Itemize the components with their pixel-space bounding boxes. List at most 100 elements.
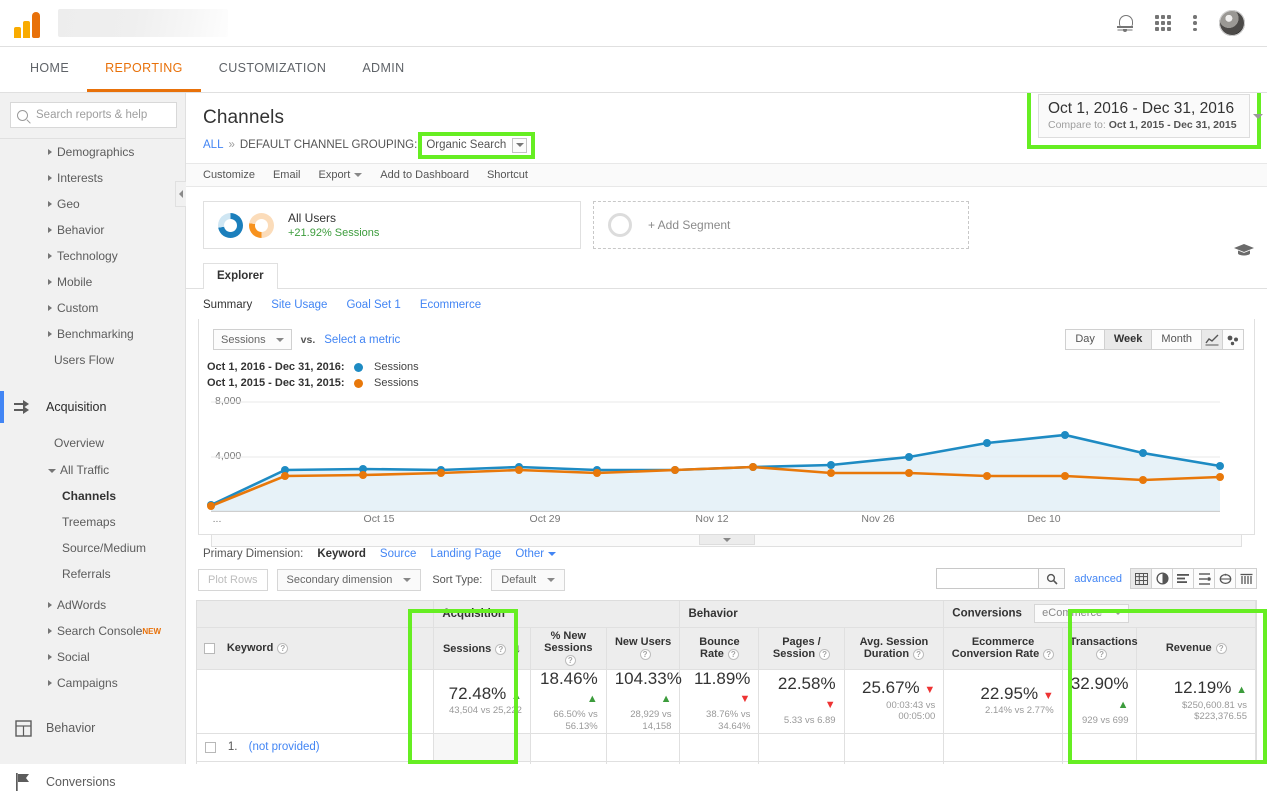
add-segment-button[interactable]: + Add Segment	[593, 201, 969, 249]
nav-tab-customization[interactable]: CUSTOMIZATION	[201, 47, 345, 92]
sidebar-item-channels[interactable]: Channels	[0, 483, 185, 509]
sidebar-item-benchmarking[interactable]: Benchmarking	[0, 321, 185, 347]
sidebar-item-campaigns[interactable]: Campaigns	[0, 670, 185, 696]
help-icon[interactable]: ?	[639, 648, 651, 660]
sidebar-item-behavior[interactable]: Behavior	[0, 217, 185, 243]
performance-view-icon[interactable]	[1235, 568, 1257, 589]
sidebar-item-mobile[interactable]: Mobile	[0, 269, 185, 295]
granularity-week[interactable]: Week	[1103, 329, 1153, 350]
help-icon[interactable]: ?	[277, 642, 289, 654]
help-icon[interactable]: ?	[1043, 648, 1055, 660]
column-pages-per-session[interactable]: Pages / Session?	[758, 627, 845, 670]
sidebar-item-adwords[interactable]: AdWords	[0, 592, 185, 618]
sidebar-item-social[interactable]: Social	[0, 644, 185, 670]
sidebar-collapse-toggle[interactable]	[175, 181, 186, 207]
plot-rows-button[interactable]: Plot Rows	[198, 569, 268, 591]
conversions-goal-select[interactable]: eCommerce	[1034, 604, 1130, 624]
help-icon[interactable]: ?	[727, 648, 739, 660]
sidebar-item-geo[interactable]: Geo	[0, 191, 185, 217]
segment-all-users[interactable]: All Users +21.92% Sessions	[203, 201, 581, 249]
search-box[interactable]	[10, 102, 177, 128]
column-bounce-rate[interactable]: Bounce Rate?	[679, 627, 760, 670]
add-to-dashboard-button[interactable]: Add to Dashboard	[380, 169, 469, 181]
table-search-input[interactable]	[936, 568, 1040, 589]
channel-grouping-selector[interactable]: Organic Search	[418, 131, 536, 159]
sidebar-section-conversions[interactable]: Conversions	[0, 760, 185, 804]
help-icon[interactable]: ?	[1096, 648, 1108, 660]
date-range-chevron-down-icon[interactable]	[1253, 114, 1263, 119]
help-icon[interactable]: ?	[1215, 642, 1227, 654]
more-menu-icon[interactable]	[1193, 15, 1197, 31]
tab-explorer[interactable]: Explorer	[203, 263, 278, 289]
column-revenue[interactable]: Revenue?	[1136, 627, 1256, 670]
nav-tab-home[interactable]: HOME	[12, 47, 87, 92]
date-range-picker[interactable]: Oct 1, 2016 - Dec 31, 2016 Compare to: O…	[1038, 94, 1263, 138]
column-sessions[interactable]: Sessions? ↓	[433, 627, 531, 670]
secondary-dimension-select[interactable]: Secondary dimension	[276, 569, 422, 591]
row-keyword-link[interactable]: (not provided)	[249, 741, 320, 753]
sidebar-section-behavior[interactable]: Behavior	[0, 706, 185, 750]
sidebar-item-interests[interactable]: Interests	[0, 165, 185, 191]
subtab-summary[interactable]: Summary	[203, 299, 252, 311]
subtab-site-usage[interactable]: Site Usage	[271, 299, 327, 311]
subtab-goal-set-1[interactable]: Goal Set 1	[346, 299, 400, 311]
help-icon[interactable]: ?	[495, 643, 507, 655]
search-input[interactable]	[34, 108, 170, 122]
subtab-ecommerce[interactable]: Ecommerce	[420, 299, 481, 311]
customize-button[interactable]: Customize	[203, 169, 255, 181]
table-view-icon[interactable]	[1130, 568, 1152, 589]
comparison-view-icon[interactable]	[1193, 568, 1215, 589]
nav-tab-reporting[interactable]: REPORTING	[87, 47, 201, 92]
column-new-sessions-pct[interactable]: % New Sessions?	[530, 627, 607, 670]
granularity-day[interactable]: Day	[1065, 329, 1105, 350]
select-all-checkbox[interactable]	[204, 642, 215, 654]
row-checkbox[interactable]	[205, 741, 216, 753]
graduation-cap-icon[interactable]	[1233, 243, 1255, 256]
sidebar-item-all-traffic[interactable]: All Traffic	[0, 457, 185, 483]
sort-type-select[interactable]: Default	[491, 569, 566, 591]
primary-dimension-source[interactable]: Source	[380, 548, 416, 560]
table-search-button[interactable]	[1039, 568, 1066, 589]
summary-ecomm-value: 22.95%	[980, 683, 1039, 703]
select-a-metric-link[interactable]: Select a metric	[324, 334, 400, 346]
line-chart-icon[interactable]	[1201, 329, 1223, 350]
granularity-month[interactable]: Month	[1151, 329, 1202, 350]
bar-chart-view-icon[interactable]	[1172, 568, 1194, 589]
primary-dimension-landing-page[interactable]: Landing Page	[430, 548, 501, 560]
column-keyword[interactable]: Keyword?	[219, 627, 435, 670]
pie-chart-view-icon[interactable]	[1151, 568, 1173, 589]
help-icon[interactable]: ?	[819, 648, 831, 660]
primary-dimension-other[interactable]: Other	[515, 548, 557, 560]
sidebar-item-referrals[interactable]: Referrals	[0, 561, 185, 587]
apps-grid-icon[interactable]	[1155, 15, 1171, 31]
nav-tab-admin[interactable]: ADMIN	[344, 47, 422, 92]
sidebar-item-search-console[interactable]: Search Console NEW	[0, 618, 185, 644]
export-button[interactable]: Export	[318, 169, 363, 181]
sidebar-item-users-flow[interactable]: Users Flow	[0, 347, 185, 373]
shortcut-button[interactable]: Shortcut	[487, 169, 528, 181]
sidebar-item-technology[interactable]: Technology	[0, 243, 185, 269]
motion-chart-icon[interactable]	[1222, 329, 1244, 350]
user-avatar[interactable]	[1219, 10, 1245, 36]
sidebar-item-custom[interactable]: Custom	[0, 295, 185, 321]
chevron-down-icon[interactable]	[512, 137, 528, 153]
notifications-bell-icon[interactable]	[1117, 14, 1133, 32]
breadcrumb-all-link[interactable]: ALL	[203, 139, 223, 151]
pivot-view-icon[interactable]	[1214, 568, 1236, 589]
metric-select[interactable]: Sessions	[213, 329, 292, 350]
sidebar-item-demographics[interactable]: Demographics	[0, 139, 185, 165]
sidebar-section-acquisition[interactable]: Acquisition	[0, 385, 185, 429]
advanced-filter-link[interactable]: advanced	[1074, 573, 1122, 585]
sidebar-item-source-medium[interactable]: Source/Medium	[0, 535, 185, 561]
sidebar-item-treemaps[interactable]: Treemaps	[0, 509, 185, 535]
column-avg-session-duration[interactable]: Avg. Session Duration?	[844, 627, 945, 670]
primary-dimension-keyword[interactable]: Keyword	[317, 548, 366, 560]
column-transactions[interactable]: Transactions?	[1062, 627, 1138, 670]
email-button[interactable]: Email	[273, 169, 301, 181]
column-new-users[interactable]: New Users?	[606, 627, 681, 670]
sidebar-item-overview[interactable]: Overview	[0, 429, 185, 457]
column-ecommerce-conversion-rate[interactable]: Ecommerce Conversion Rate?	[943, 627, 1063, 670]
help-icon[interactable]: ?	[564, 654, 576, 666]
help-icon[interactable]: ?	[913, 648, 925, 660]
sort-descending-icon[interactable]: ↓	[515, 641, 521, 655]
